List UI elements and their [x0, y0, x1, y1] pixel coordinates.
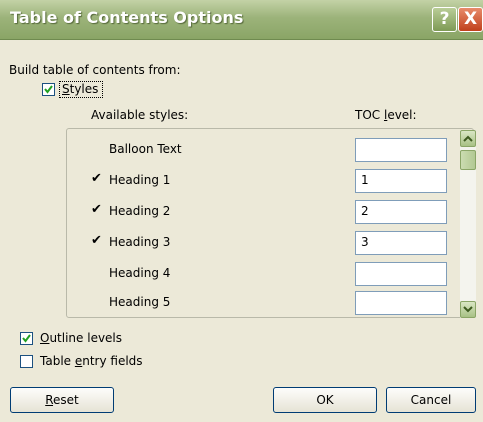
toc-level-input[interactable] [355, 262, 447, 286]
scroll-down-button[interactable] [460, 301, 476, 318]
ok-button[interactable]: OK [273, 387, 377, 413]
scroll-up-button[interactable] [460, 130, 476, 147]
close-icon: X [463, 9, 478, 29]
help-button[interactable]: ? [432, 7, 457, 32]
style-name: Heading 4 [109, 266, 171, 280]
scroll-thumb[interactable] [460, 150, 476, 170]
toc-level-input[interactable] [355, 291, 447, 315]
styles-checkbox[interactable] [42, 83, 55, 96]
toc-level-input[interactable]: 3 [355, 231, 447, 255]
style-name: Heading 2 [109, 204, 171, 218]
checkmark-icon [22, 334, 31, 343]
included-check-icon: ✔ [91, 171, 102, 186]
style-row[interactable]: Heading 5 [67, 288, 473, 318]
toc-level-input[interactable]: 2 [355, 200, 447, 224]
styles-label: Styles [62, 82, 99, 96]
toc-level-input[interactable]: 1 [355, 169, 447, 193]
reset-button[interactable]: Reset [10, 387, 114, 413]
title-bar[interactable]: Table of Contents Options ? X [0, 0, 483, 40]
style-row[interactable]: Balloon Text [67, 135, 473, 165]
chevron-up-icon [463, 135, 473, 142]
help-icon: ? [439, 9, 450, 29]
chevron-down-icon [463, 306, 473, 313]
table-entry-fields-checkbox[interactable] [20, 355, 33, 368]
style-name: Heading 1 [109, 173, 171, 187]
included-check-icon: ✔ [91, 233, 102, 248]
vertical-scrollbar[interactable] [460, 130, 476, 318]
available-styles-header: Available styles: [91, 108, 189, 122]
style-row[interactable]: Heading 4 [67, 259, 473, 289]
toc-level-header: TOC level: [355, 108, 417, 122]
build-from-label: Build table of contents from: [9, 63, 181, 77]
style-name: Balloon Text [109, 142, 182, 156]
style-row[interactable]: ✔ Heading 3 3 [67, 228, 473, 258]
style-name: Heading 5 [109, 295, 171, 309]
checkmark-icon [44, 85, 53, 94]
included-check-icon: ✔ [91, 202, 102, 217]
cancel-button[interactable]: Cancel [386, 387, 476, 413]
toc-options-dialog: Table of Contents Options ? X Build tabl… [0, 0, 483, 422]
style-name: Heading 3 [109, 235, 171, 249]
table-entry-fields-label: Table entry fields [40, 354, 143, 368]
close-button[interactable]: X [458, 7, 483, 32]
toc-level-input[interactable] [355, 138, 447, 162]
styles-list[interactable]: Balloon Text ✔ Heading 1 1 ✔ Heading 2 2… [66, 128, 476, 318]
style-row[interactable]: ✔ Heading 1 1 [67, 166, 473, 196]
outline-levels-label: Outline levels [40, 331, 123, 345]
outline-levels-checkbox[interactable] [20, 332, 33, 345]
dialog-title: Table of Contents Options [10, 8, 244, 27]
style-row[interactable]: ✔ Heading 2 2 [67, 197, 473, 227]
